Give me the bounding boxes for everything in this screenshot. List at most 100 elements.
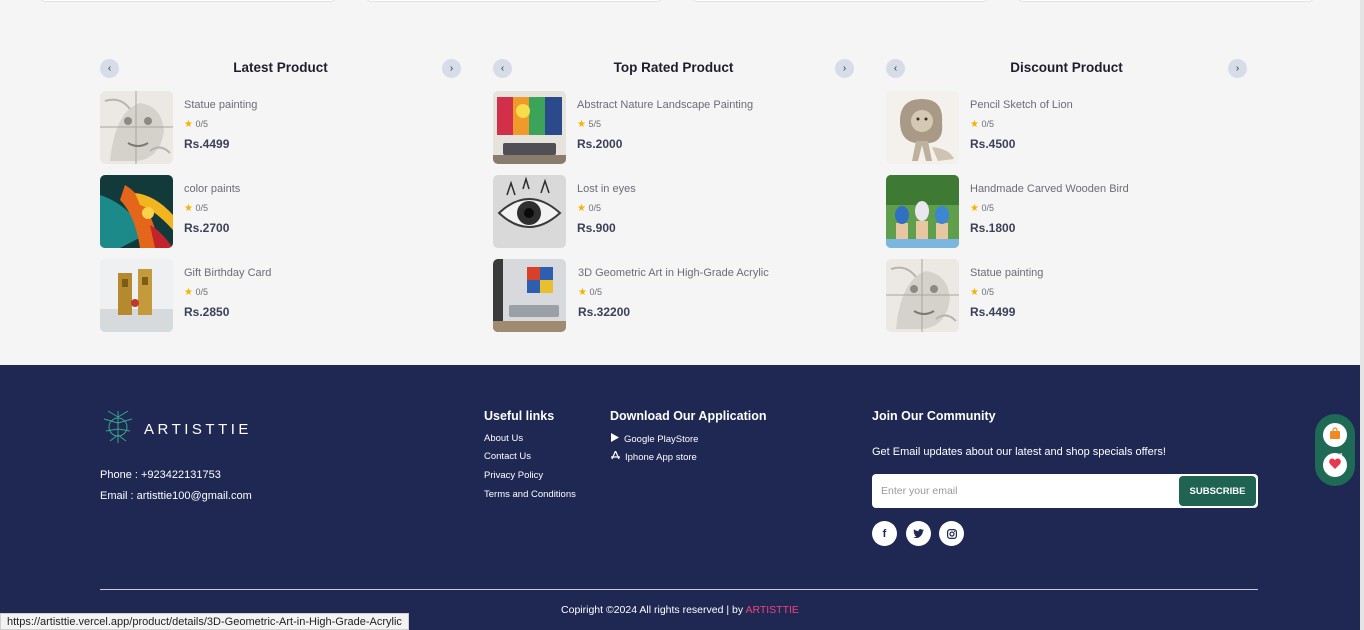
shopping-bag-button[interactable] xyxy=(1323,423,1347,447)
rating-value: 0/5 xyxy=(981,119,994,129)
footer-link-about[interactable]: About Us xyxy=(484,433,523,444)
site-footer: ARTISTTIE Phone : +923422131753 Email : … xyxy=(0,365,1360,630)
product-item[interactable]: 3D Geometric Art in High-Grade Acrylic ★… xyxy=(493,259,854,332)
product-price: Rs.900 xyxy=(577,221,616,235)
rating-value: 0/5 xyxy=(195,203,208,213)
star-icon: ★ xyxy=(970,119,979,130)
iphone-appstore-link[interactable]: Iphone App store xyxy=(611,450,697,463)
product-thumbnail[interactable] xyxy=(493,259,566,332)
product-item[interactable]: Statue painting ★ 0/5 Rs.4499 xyxy=(100,91,461,164)
product-name[interactable]: Handmade Carved Wooden Bird xyxy=(970,183,1129,195)
community-heading: Join Our Community xyxy=(872,409,996,423)
star-icon: ★ xyxy=(184,287,193,298)
product-rating: ★ 0/5 xyxy=(970,287,994,298)
star-icon: ★ xyxy=(578,287,587,298)
product-name[interactable]: color paints xyxy=(184,183,240,195)
product-rating: ★ 0/5 xyxy=(184,287,208,298)
product-rating: ★ 0/5 xyxy=(184,203,208,214)
column-title: Latest Product xyxy=(233,60,328,75)
product-item[interactable]: Lost in eyes ★ 0/5 Rs.900 xyxy=(493,175,854,248)
column-title: Top Rated Product xyxy=(613,60,734,75)
subscribe-button[interactable]: SUBSCRIBE xyxy=(1179,476,1256,506)
product-name[interactable]: Pencil Sketch of Lion xyxy=(970,99,1073,111)
category-card[interactable] xyxy=(1018,0,1314,2)
product-thumbnail[interactable] xyxy=(493,175,566,248)
column-title: Discount Product xyxy=(1010,60,1123,75)
product-item[interactable]: color paints ★ 0/5 Rs.2700 xyxy=(100,175,461,248)
star-icon: ★ xyxy=(970,287,979,298)
product-lists: ‹ Latest Product › Statue painting ★ 0/5… xyxy=(100,58,1247,348)
star-icon: ★ xyxy=(184,203,193,214)
product-item[interactable]: Abstract Nature Landscape Painting ★ 5/5… xyxy=(493,91,854,164)
category-card[interactable] xyxy=(366,0,662,2)
next-arrow-button[interactable]: › xyxy=(1228,59,1247,78)
footer-divider xyxy=(100,589,1258,590)
product-price: Rs.32200 xyxy=(578,305,631,319)
copyright-text: Copiright ©2024 All rights reserved | by xyxy=(561,604,746,616)
latest-product-column: ‹ Latest Product › Statue painting ★ 0/5… xyxy=(100,58,461,332)
product-thumbnail[interactable] xyxy=(886,175,959,248)
product-thumbnail[interactable] xyxy=(100,259,173,332)
iphone-appstore-label: Iphone App store xyxy=(625,451,697,463)
product-price: Rs.2000 xyxy=(577,137,623,151)
download-heading: Download Our Application xyxy=(610,409,767,423)
product-thumbnail[interactable] xyxy=(886,91,959,164)
product-price: Rs.2850 xyxy=(184,305,230,319)
product-thumbnail[interactable] xyxy=(100,91,173,164)
rating-value: 0/5 xyxy=(195,119,208,129)
useful-links-heading: Useful links xyxy=(484,409,555,423)
product-name[interactable]: Lost in eyes xyxy=(577,183,636,195)
app-store-icon xyxy=(611,450,620,463)
product-thumbnail[interactable] xyxy=(493,91,566,164)
product-thumbnail[interactable] xyxy=(100,175,173,248)
next-arrow-button[interactable]: › xyxy=(442,59,461,78)
footer-link-terms[interactable]: Terms and Conditions xyxy=(484,489,576,500)
shopping-bag-icon xyxy=(1329,426,1341,444)
product-name[interactable]: Gift Birthday Card xyxy=(184,267,271,279)
rating-value: 0/5 xyxy=(588,203,601,213)
product-price: Rs.4499 xyxy=(970,305,1016,319)
product-item[interactable]: Statue painting ★ 0/5 Rs.4499 xyxy=(886,259,1247,332)
product-name[interactable]: 3D Geometric Art in High-Grade Acrylic xyxy=(578,267,769,279)
footer-link-privacy[interactable]: Privacy Policy xyxy=(484,470,543,481)
top-cards-strip xyxy=(40,0,1324,2)
twitter-icon[interactable] xyxy=(906,521,931,546)
product-name[interactable]: Abstract Nature Landscape Painting xyxy=(577,99,753,111)
product-thumbnail[interactable] xyxy=(886,259,959,332)
star-icon: ★ xyxy=(970,203,979,214)
category-card[interactable] xyxy=(692,0,988,2)
rating-value: 0/5 xyxy=(589,287,602,297)
play-store-icon xyxy=(611,433,619,445)
wishlist-count-badge: 1 xyxy=(1339,452,1344,461)
instagram-icon[interactable] xyxy=(939,521,964,546)
footer-phone: Phone : +923422131753 xyxy=(100,469,221,481)
copyright-brand-link[interactable]: ARTISTTIE xyxy=(745,604,798,616)
discount-product-column: ‹ Discount Product › Pencil Sketch of Li… xyxy=(886,58,1247,332)
product-price: Rs.4500 xyxy=(970,137,1016,151)
status-bar-url: https://artisttie.vercel.app/product/det… xyxy=(0,613,409,630)
footer-link-contact[interactable]: Contact Us xyxy=(484,451,531,462)
rating-value: 0/5 xyxy=(981,287,994,297)
product-item[interactable]: Gift Birthday Card ★ 0/5 Rs.2850 xyxy=(100,259,461,332)
product-name[interactable]: Statue painting xyxy=(970,267,1043,279)
rating-value: 5/5 xyxy=(588,119,601,129)
category-card[interactable] xyxy=(40,0,336,2)
page-scrollbar[interactable] xyxy=(1360,0,1364,630)
facebook-icon[interactable]: f xyxy=(872,521,897,546)
footer-brand[interactable]: ARTISTTIE xyxy=(100,407,252,452)
product-item[interactable]: Handmade Carved Wooden Bird ★ 0/5 Rs.180… xyxy=(886,175,1247,248)
product-name[interactable]: Statue painting xyxy=(184,99,257,111)
google-playstore-label: Google PlayStore xyxy=(624,433,699,445)
google-playstore-link[interactable]: Google PlayStore xyxy=(611,433,698,445)
email-input[interactable] xyxy=(872,474,1177,508)
product-rating: ★ 0/5 xyxy=(970,119,994,130)
top-rated-product-column: ‹ Top Rated Product › Abstract Nature La… xyxy=(493,58,854,332)
product-rating: ★ 5/5 xyxy=(577,119,601,130)
product-price: Rs.1800 xyxy=(970,221,1016,235)
product-item[interactable]: Pencil Sketch of Lion ★ 0/5 Rs.4500 xyxy=(886,91,1247,164)
footer-email: Email : artisttie100@gmail.com xyxy=(100,490,252,502)
next-arrow-button[interactable]: › xyxy=(835,59,854,78)
rating-value: 0/5 xyxy=(981,203,994,213)
community-text: Get Email updates about our latest and s… xyxy=(872,446,1166,458)
product-rating: ★ 0/5 xyxy=(577,203,601,214)
